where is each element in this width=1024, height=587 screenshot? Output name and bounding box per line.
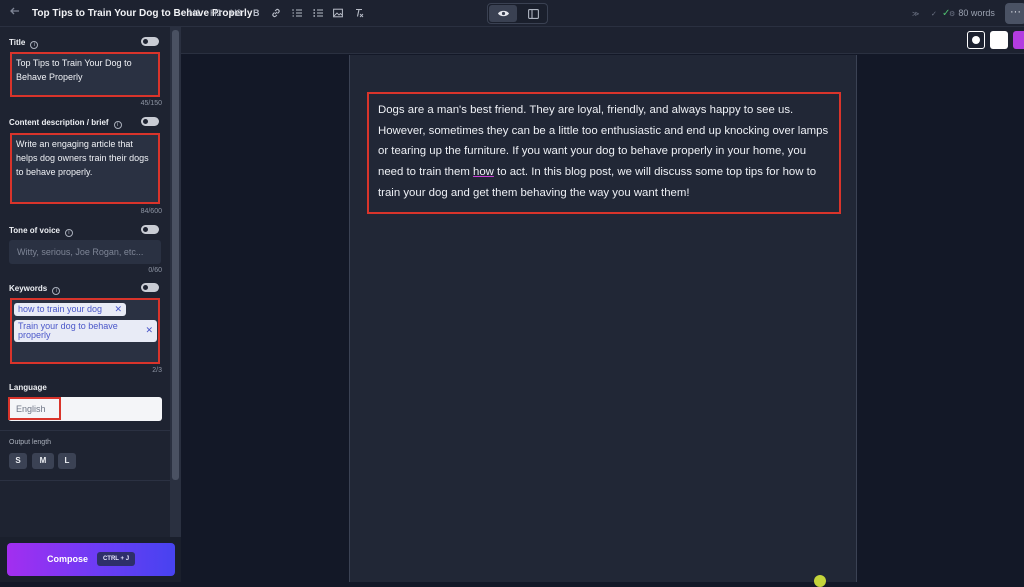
- ellipsis-icon: ···: [1010, 6, 1021, 18]
- compose-shortcut-badge: CTRL + J: [97, 552, 135, 566]
- color-picker-black[interactable]: [967, 31, 985, 49]
- check-edit-icon[interactable]: ✓: [931, 10, 937, 18]
- keywords-counter: 2/3: [152, 367, 162, 374]
- sidebar-divider: [0, 430, 170, 431]
- heading3-button[interactable]: H3: [230, 8, 242, 18]
- tone-label-text: Tone of voice: [9, 226, 60, 235]
- clear-format-icon[interactable]: [354, 8, 364, 20]
- ordered-list-icon[interactable]: [292, 8, 302, 20]
- compose-button-label: Compose: [47, 554, 89, 564]
- sidebar-divider: [0, 480, 170, 481]
- brief-highlight-frame: [10, 133, 160, 204]
- ai-assistant-button[interactable]: [1013, 31, 1024, 49]
- word-count: 80 words: [958, 8, 995, 18]
- keywords-label-text: Keywords: [9, 284, 48, 293]
- output-length-m-button[interactable]: M: [32, 453, 54, 469]
- output-length-l-button[interactable]: L: [58, 453, 76, 469]
- info-icon[interactable]: i: [64, 229, 73, 237]
- link-icon[interactable]: [271, 8, 281, 20]
- tone-input[interactable]: Witty, serious, Joe Rogan, etc...: [9, 240, 161, 264]
- brief-char-counter: 84/600: [140, 208, 162, 215]
- image-icon[interactable]: [333, 8, 343, 20]
- editor-toolbar: [181, 27, 1024, 54]
- paragraph-highlight-frame: [367, 92, 841, 214]
- output-length-label: Output length: [9, 439, 52, 446]
- color-picker-white[interactable]: [990, 31, 1008, 49]
- title-toggle[interactable]: [141, 37, 159, 46]
- output-length-s-button[interactable]: S: [9, 453, 27, 469]
- language-field-label: Language: [9, 383, 47, 392]
- keywords-highlight-frame: [10, 298, 160, 364]
- keywords-toggle[interactable]: [141, 283, 159, 292]
- brief-field-label: Content description / brief i: [9, 118, 122, 129]
- title-char-counter: 45/150: [140, 100, 162, 107]
- brief-toggle[interactable]: [141, 117, 159, 126]
- title-field-label: Title i: [9, 38, 39, 49]
- more-options-button[interactable]: ···: [1005, 3, 1024, 24]
- split-view-button[interactable]: [519, 5, 547, 22]
- assistant-avatar-icon[interactable]: [814, 575, 826, 587]
- tone-char-counter: 0/60: [148, 267, 162, 274]
- rewrite-icon[interactable]: ≫: [912, 10, 919, 18]
- settings-icon[interactable]: ⚙: [949, 10, 955, 18]
- tone-input-placeholder: Witty, serious, Joe Rogan, etc...: [17, 247, 144, 257]
- title-highlight-frame: [10, 52, 160, 97]
- view-mode-toggle: [487, 3, 548, 24]
- heading2-button[interactable]: H2: [210, 8, 222, 18]
- compose-button[interactable]: [7, 543, 175, 576]
- preview-mode-button[interactable]: [489, 5, 517, 22]
- info-icon[interactable]: i: [30, 41, 39, 49]
- title-label-text: Title: [9, 38, 26, 47]
- tone-toggle[interactable]: [141, 225, 159, 234]
- language-highlight-frame: [8, 397, 61, 420]
- eye-icon: [497, 10, 509, 17]
- circle-icon: [972, 36, 980, 44]
- brief-label-text: Content description / brief: [9, 118, 109, 127]
- info-icon[interactable]: i: [52, 287, 61, 295]
- keywords-field-label: Keywords i: [9, 284, 61, 295]
- tone-field-label: Tone of voice i: [9, 226, 73, 237]
- bullet-list-icon[interactable]: [313, 8, 323, 20]
- heading1-button[interactable]: H1: [189, 8, 201, 18]
- sidebar-layout-icon: [527, 8, 539, 19]
- sidebar-scroll-thumb[interactable]: [172, 30, 179, 480]
- bold-button[interactable]: B: [253, 8, 260, 18]
- back-arrow-icon[interactable]: [9, 5, 23, 21]
- info-icon[interactable]: i: [113, 121, 122, 129]
